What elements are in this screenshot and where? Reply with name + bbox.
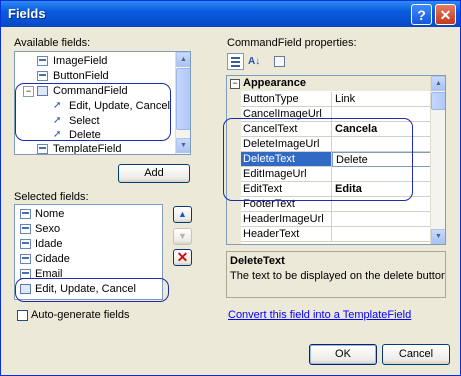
- description-text: The text to be displayed on the delete b…: [230, 270, 446, 282]
- arrow-down-icon: ▼: [178, 231, 187, 241]
- list-item-label: Cidade: [35, 253, 70, 265]
- close-button[interactable]: ✕: [435, 4, 456, 25]
- convert-to-templatefield-link[interactable]: Convert this field into a TemplateField: [228, 309, 411, 321]
- move-down-button[interactable]: ▼: [173, 228, 192, 245]
- property-row-headerimageurl[interactable]: HeaderImageUrl: [227, 212, 433, 227]
- tree-item-label: ButtonField: [53, 70, 109, 82]
- list-item-label: Nome: [35, 208, 65, 220]
- property-toolbar: A↓: [226, 52, 445, 72]
- bound-field-icon: [20, 209, 31, 219]
- scroll-up-icon[interactable]: ▲: [431, 76, 445, 91]
- categorized-icon[interactable]: [227, 53, 244, 70]
- scroll-down-icon[interactable]: ▼: [431, 229, 445, 244]
- property-name: HeaderText: [241, 227, 332, 242]
- scroll-thumb[interactable]: [431, 92, 445, 110]
- red-x-icon: ✕: [176, 249, 189, 265]
- property-description-pane: DeleteText The text to be displayed on t…: [226, 251, 446, 298]
- property-row-headertext[interactable]: HeaderText: [227, 227, 433, 242]
- button-field-icon: [37, 71, 48, 81]
- list-item-label: Sexo: [35, 223, 61, 235]
- list-item-label: Idade: [35, 238, 63, 250]
- image-field-icon: [37, 56, 48, 66]
- properties-label: CommandField properties:: [227, 37, 357, 49]
- move-up-button[interactable]: ▲: [173, 206, 192, 223]
- tree-item-label: TemplateField: [53, 143, 122, 155]
- property-value[interactable]: [332, 212, 433, 227]
- template-field-icon: [37, 144, 48, 154]
- delete-field-button[interactable]: ✕: [173, 249, 192, 266]
- available-scrollbar[interactable]: ▲ ▼: [175, 52, 190, 154]
- window-title: Fields: [8, 6, 46, 21]
- bound-field-icon: [20, 239, 31, 249]
- cancel-button[interactable]: Cancel: [382, 344, 450, 365]
- title-bar: Fields ? ✕: [1, 1, 460, 27]
- scroll-up-icon[interactable]: ▲: [176, 52, 190, 67]
- highlight-ring-selected: [15, 278, 169, 302]
- scroll-down-icon[interactable]: ▼: [176, 138, 190, 153]
- description-title: DeleteText: [230, 255, 285, 267]
- bound-field-icon: [20, 224, 31, 234]
- property-name: HeaderImageUrl: [241, 212, 332, 227]
- category-toggle[interactable]: −: [230, 79, 240, 89]
- category-label: Appearance: [243, 77, 306, 89]
- ok-button[interactable]: OK: [309, 344, 377, 365]
- property-pages-icon[interactable]: [271, 53, 288, 70]
- scroll-thumb[interactable]: [176, 68, 190, 130]
- alphabetical-icon[interactable]: A↓: [248, 53, 265, 70]
- property-value[interactable]: [332, 227, 433, 242]
- available-fields-label: Available fields:: [14, 37, 91, 49]
- property-row-buttontype[interactable]: ButtonType Link: [227, 92, 433, 107]
- property-value[interactable]: Link: [332, 92, 433, 107]
- auto-generate-label: Auto-generate fields: [31, 309, 130, 321]
- highlight-ring-properties: [223, 118, 413, 201]
- highlight-ring-commandfield: [15, 83, 171, 141]
- property-name: ButtonType: [241, 92, 332, 107]
- bound-field-icon: [20, 254, 31, 264]
- fields-dialog: Fields ? ✕ Available fields: ImageField …: [0, 0, 461, 376]
- category-appearance[interactable]: − Appearance: [227, 76, 433, 91]
- help-button[interactable]: ?: [411, 4, 432, 25]
- auto-generate-checkbox[interactable]: [17, 310, 28, 321]
- selected-fields-label: Selected fields:: [14, 191, 89, 203]
- add-button[interactable]: Add: [118, 164, 190, 183]
- arrow-up-icon: ▲: [178, 209, 187, 219]
- property-scrollbar[interactable]: ▲ ▼: [430, 76, 445, 244]
- tree-item-label: ImageField: [53, 55, 108, 67]
